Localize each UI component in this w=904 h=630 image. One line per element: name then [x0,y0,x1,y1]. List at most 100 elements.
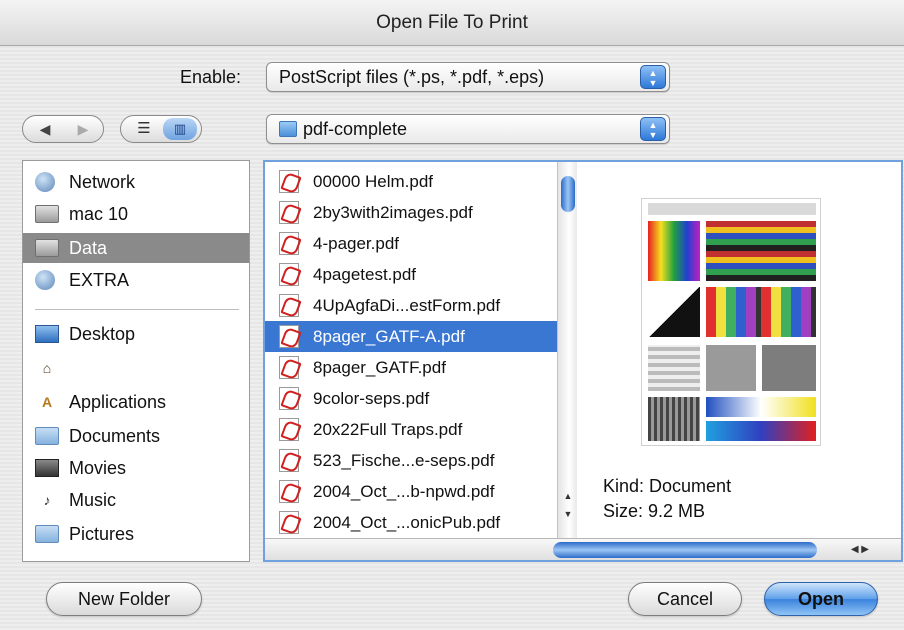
file-row[interactable]: 2004_Oct_...b-npwd.pdf [265,476,557,507]
file-name: 8pager_GATF.pdf [313,358,446,377]
pdf-file-icon [279,170,299,193]
disk-icon [35,205,59,223]
file-name: 9color-seps.pdf [313,389,430,408]
enable-label: Enable: [180,67,242,87]
sidebar-item-movies[interactable]: Movies [23,453,249,483]
preview-info: Kind: Document Size: 9.2 MB [603,474,731,524]
pdf-file-icon [279,356,299,379]
sidebar-item-label: Desktop [69,324,136,344]
folder-icon [279,121,297,137]
file-row[interactable]: 4pagetest.pdf [265,259,557,290]
enable-filter-popup[interactable]: PostScript files (*.ps, *.pdf, *.eps) ▲ ▼ [266,62,670,92]
file-row[interactable]: 00000 Helm.pdf [265,166,557,197]
list-view-button[interactable]: ☰ [129,116,159,142]
sidebar-item-label: Music [69,490,117,510]
file-name: 2004_Oct_...b-npwd.pdf [313,482,495,501]
pictures-icon [35,525,59,543]
sidebar-item-label: Movies [69,458,127,478]
disk-icon [35,239,59,257]
sidebar-divider [35,309,239,310]
file-row[interactable]: 4UpAgfaDi...estForm.pdf [265,290,557,321]
sidebar-item-extra[interactable]: EXTRA [23,265,249,295]
scroll-up-icon[interactable]: ▲ [558,488,578,504]
column-view-button[interactable]: ▥ [163,118,197,140]
sidebar: Network mac 10 Data EXTRA Desktop ⌂ A Ap… [22,160,250,562]
file-row-selected[interactable]: 8pager_GATF-A.pdf [265,321,557,352]
sidebar-item-desktop[interactable]: Desktop [23,319,249,349]
enable-filter-value: PostScript files (*.ps, *.pdf, *.eps) [279,67,545,87]
popup-arrows-icon: ▲ ▼ [640,65,666,89]
sidebar-item-documents[interactable]: Documents [23,421,249,451]
pdf-file-icon [279,294,299,317]
sidebar-item-label: mac 10 [69,204,129,224]
pdf-file-icon [279,418,299,441]
file-row[interactable]: 8pager_GATF.pdf [265,352,557,383]
sidebar-item-label: Data [69,238,108,258]
sidebar-item-network[interactable]: Network [23,167,249,197]
location-value: pdf-complete [303,119,408,139]
sidebar-item-mac-10[interactable]: mac 10 [23,199,249,229]
file-name: 2004_Oct_...onicPub.pdf [313,513,501,532]
back-forward-control: ◀ ▶ [22,115,104,143]
horizontal-scroll-thumb[interactable] [553,542,817,558]
pdf-file-icon [279,387,299,410]
file-row[interactable]: 2004_Oct_...onicPub.pdf [265,507,557,538]
popup-arrows-icon: ▲ ▼ [640,117,666,141]
sidebar-item-music[interactable]: ♪ Music [23,485,249,515]
file-name: 8pager_GATF-A.pdf [313,327,465,346]
movies-icon [35,459,59,477]
file-list-column: 00000 Helm.pdf 2by3with2images.pdf 4-pag… [265,162,557,538]
documents-icon [35,427,59,445]
file-name: 523_Fische...e-seps.pdf [313,451,495,470]
home-icon: ⌂ [42,360,52,376]
open-button[interactable]: Open [764,582,878,616]
network-disk-icon [35,270,55,290]
preview-size: Size: 9.2 MB [603,501,706,521]
file-name: 4-pager.pdf [313,234,400,253]
preview-kind: Kind: Document [603,476,732,496]
file-name: 20x22Full Traps.pdf [313,420,463,439]
sidebar-item-data[interactable]: Data [23,233,249,263]
file-row[interactable]: 20x22Full Traps.pdf [265,414,557,445]
pdf-file-icon [279,325,299,348]
sidebar-item-label: Network [69,172,136,192]
file-name: 2by3with2images.pdf [313,203,473,222]
open-file-dialog: Open File To Print Enable: PostScript fi… [0,0,904,630]
horizontal-scrollbar[interactable]: ◀ ▶ [265,538,901,560]
applications-icon: A [41,394,53,410]
pdf-file-icon [279,263,299,286]
sidebar-item-home[interactable]: ⌂ [23,353,249,383]
forward-button[interactable]: ▶ [63,116,103,142]
pdf-file-icon [279,201,299,224]
sidebar-item-label: EXTRA [69,270,130,290]
cancel-button[interactable]: Cancel [628,582,742,616]
sidebar-item-label: Pictures [69,524,135,544]
pdf-file-icon [279,480,299,503]
scroll-down-icon[interactable]: ▼ [558,506,578,522]
scroll-left-right-icon[interactable]: ◀ ▶ [851,541,869,559]
file-name: 00000 Helm.pdf [313,172,434,191]
new-folder-button[interactable]: New Folder [46,582,202,616]
file-row[interactable]: 2by3with2images.pdf [265,197,557,228]
sidebar-item-pictures[interactable]: Pictures [23,519,249,549]
file-name: 4UpAgfaDi...estForm.pdf [313,296,501,315]
dialog-title: Open File To Print [0,0,904,46]
desktop-icon [35,325,59,343]
view-mode-control: ☰ ▥ [120,115,202,143]
location-popup[interactable]: pdf-complete ▲ ▼ [266,114,670,144]
pdf-file-icon [279,449,299,472]
music-icon: ♪ [43,492,51,508]
sidebar-item-applications[interactable]: A Applications [23,387,249,417]
network-icon [35,172,55,192]
sidebar-item-label: Applications [69,392,167,412]
file-list-scrollbar[interactable]: ▲ ▼ [557,162,577,538]
pdf-file-icon [279,511,299,534]
pdf-file-icon [279,232,299,255]
file-browser: 00000 Helm.pdf 2by3with2images.pdf 4-pag… [263,160,903,562]
file-row[interactable]: 9color-seps.pdf [265,383,557,414]
scroll-thumb[interactable] [561,176,575,212]
file-row[interactable]: 4-pager.pdf [265,228,557,259]
file-row[interactable]: 523_Fische...e-seps.pdf [265,445,557,476]
back-button[interactable]: ◀ [25,116,65,142]
sidebar-item-label: Documents [69,426,161,446]
